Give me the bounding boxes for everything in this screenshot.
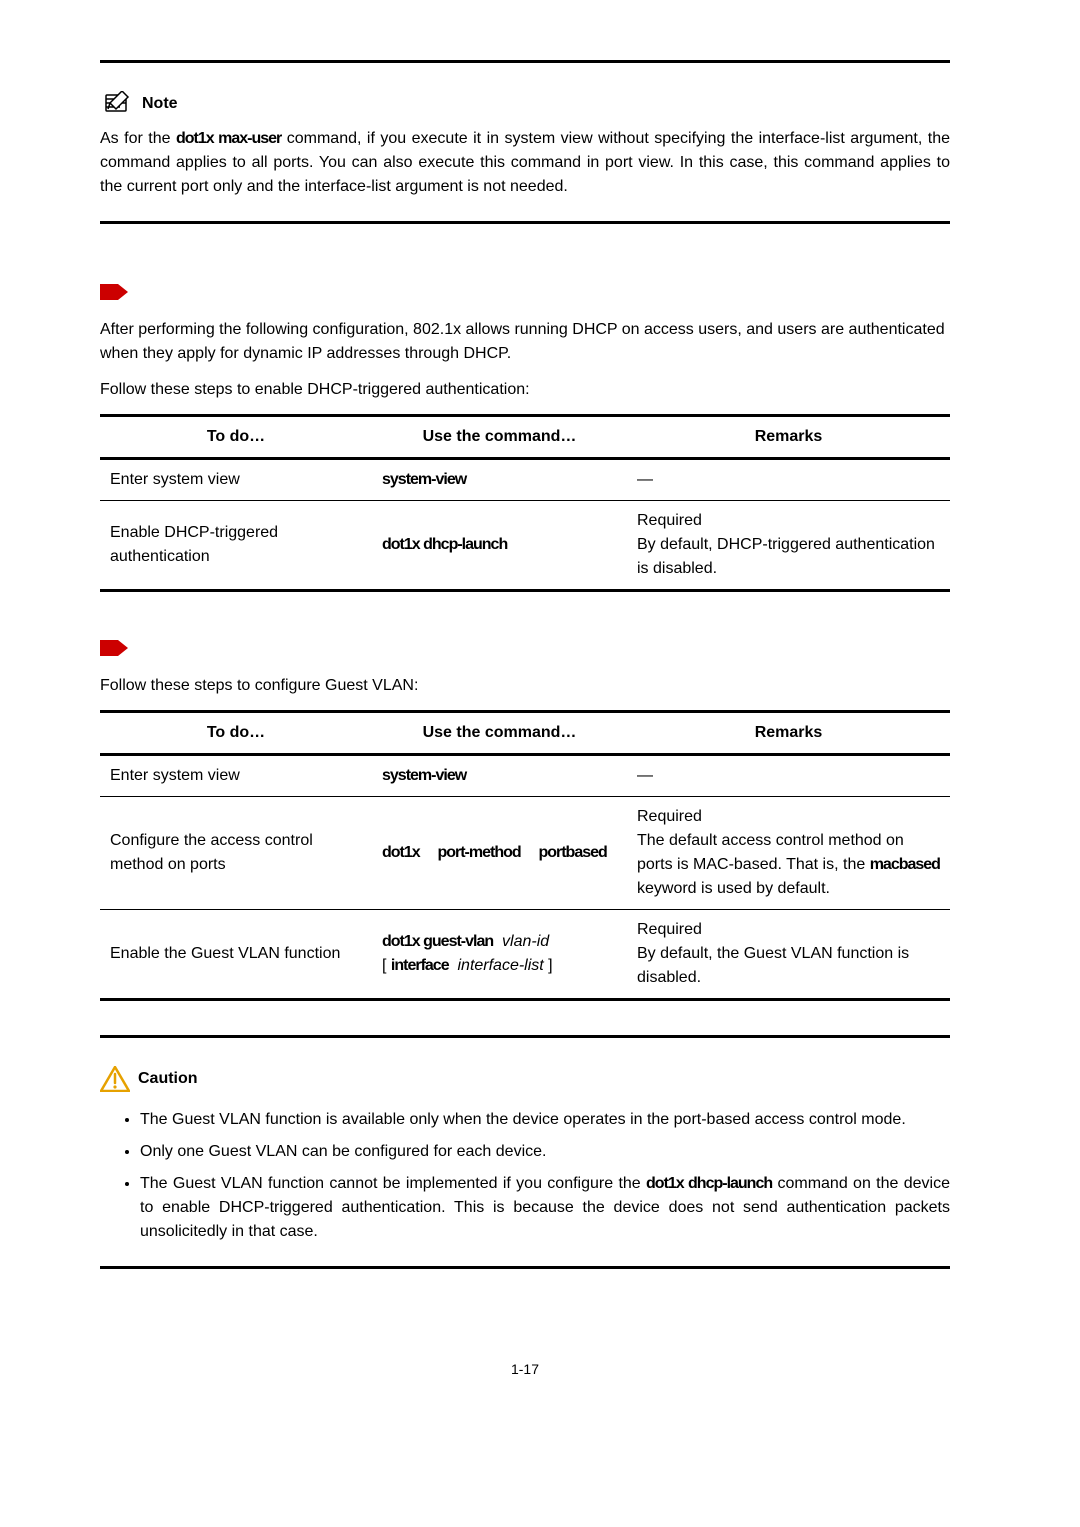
table-row: Configure the access control method on p… — [100, 797, 950, 910]
cell-todo: Configure the access control method on p… — [100, 797, 372, 910]
rem-detail: By default, DHCP-triggered authenticatio… — [637, 536, 935, 577]
note-icon — [100, 91, 134, 117]
table-row: Enable the Guest VLAN function dot1x gue… — [100, 910, 950, 1000]
cmd-text: port-method — [437, 844, 520, 861]
col-header-use: Use the command… — [372, 712, 627, 755]
cell-todo: Enter system view — [100, 459, 372, 501]
cell-rem: Required By default, the Guest VLAN func… — [627, 910, 950, 1000]
cmd-bracket: ] — [544, 957, 553, 974]
table-row: Enable DHCP-triggered authentication dot… — [100, 501, 950, 591]
note-bottom-rule — [100, 221, 950, 224]
caution-list: The Guest VLAN function is available onl… — [100, 1108, 950, 1244]
list-item: The Guest VLAN function is available onl… — [140, 1108, 950, 1132]
col-header-rem: Remarks — [627, 712, 950, 755]
caution-inline-cmd: dot1x dhcp-launch — [646, 1175, 772, 1192]
list-item: The Guest VLAN function cannot be implem… — [140, 1172, 950, 1244]
table-row: Enter system view system-view — — [100, 755, 950, 797]
caution-bottom-rule — [100, 1266, 950, 1269]
cell-rem: — — [627, 755, 950, 797]
table-row: Enter system view system-view — — [100, 459, 950, 501]
table-header-row: To do… Use the command… Remarks — [100, 712, 950, 755]
cell-cmd: dot1x guest-vlan vlan-id [ interface int… — [372, 910, 627, 1000]
cell-cmd: dot1x dhcp-launch — [372, 501, 627, 591]
rem-prefix: The default access control method on por… — [637, 832, 904, 873]
cmd-text: interface — [391, 957, 449, 974]
note-text: As for the dot1x max-user command, if yo… — [100, 127, 950, 199]
caution-label: Caution — [138, 1067, 198, 1091]
cmd-arg: interface-list — [457, 957, 543, 974]
cell-cmd: dot1x port-method portbased — [372, 797, 627, 910]
list-item: Only one Guest VLAN can be configured fo… — [140, 1140, 950, 1164]
col-header-todo: To do… — [100, 416, 372, 459]
cmd-bracket: [ — [382, 957, 391, 974]
col-header-use: Use the command… — [372, 416, 627, 459]
cmd-text: system-view — [382, 767, 466, 784]
cell-rem: Required The default access control meth… — [627, 797, 950, 910]
col-header-todo: To do… — [100, 712, 372, 755]
section-guest-vlan: Follow these steps to configure Guest VL… — [100, 636, 950, 1001]
cmd-text: dot1x — [382, 844, 420, 861]
section2-par1: Follow these steps to configure Guest VL… — [100, 674, 950, 698]
caution-prefix: The Guest VLAN function cannot be implem… — [140, 1175, 646, 1192]
note-label: Note — [142, 92, 178, 116]
cell-todo: Enable DHCP-triggered authentication — [100, 501, 372, 591]
section-dhcp-auth: After performing the following configura… — [100, 280, 950, 592]
caution-header: Caution — [100, 1066, 950, 1092]
rem-required: Required — [637, 808, 702, 825]
table-header-row: To do… Use the command… Remarks — [100, 416, 950, 459]
section-heading-1 — [100, 280, 950, 304]
section-marker-icon — [100, 282, 128, 302]
note-inline-cmd: dot1x max-user — [176, 130, 281, 147]
caution-block: Caution The Guest VLAN function is avail… — [100, 1066, 950, 1244]
cmd-text: portbased — [538, 844, 606, 861]
rem-inline-cmd: macbased — [870, 856, 940, 873]
cmd-arg: vlan-id — [502, 933, 549, 950]
note-top-rule — [100, 60, 950, 63]
caution-top-rule — [100, 1035, 950, 1038]
section1-par2: Follow these steps to enable DHCP-trigge… — [100, 378, 950, 402]
note-header: Note — [100, 91, 950, 117]
section2-table: To do… Use the command… Remarks Enter sy… — [100, 710, 950, 1001]
cmd-text: dot1x guest-vlan — [382, 933, 493, 950]
rem-required: Required — [637, 921, 702, 938]
section-marker-icon — [100, 638, 128, 658]
cell-cmd: system-view — [372, 459, 627, 501]
page-number: 1-17 — [100, 1359, 950, 1380]
rem-suffix: keyword is used by default. — [637, 880, 830, 897]
cmd-text: dot1x dhcp-launch — [382, 536, 507, 553]
note-block: Note As for the dot1x max-user command, … — [100, 91, 950, 199]
rem-required: Required — [637, 512, 702, 529]
section1-table: To do… Use the command… Remarks Enter sy… — [100, 414, 950, 592]
section1-par1: After performing the following configura… — [100, 318, 950, 366]
cmd-text: system-view — [382, 471, 466, 488]
cell-cmd: system-view — [372, 755, 627, 797]
cell-todo: Enable the Guest VLAN function — [100, 910, 372, 1000]
note-text-prefix: As for the — [100, 130, 176, 147]
cell-todo: Enter system view — [100, 755, 372, 797]
rem-detail: By default, the Guest VLAN function is d… — [637, 945, 909, 986]
section-heading-2 — [100, 636, 950, 660]
caution-icon — [100, 1066, 130, 1092]
col-header-rem: Remarks — [627, 416, 950, 459]
cell-rem: Required By default, DHCP-triggered auth… — [627, 501, 950, 591]
cell-rem: — — [627, 459, 950, 501]
